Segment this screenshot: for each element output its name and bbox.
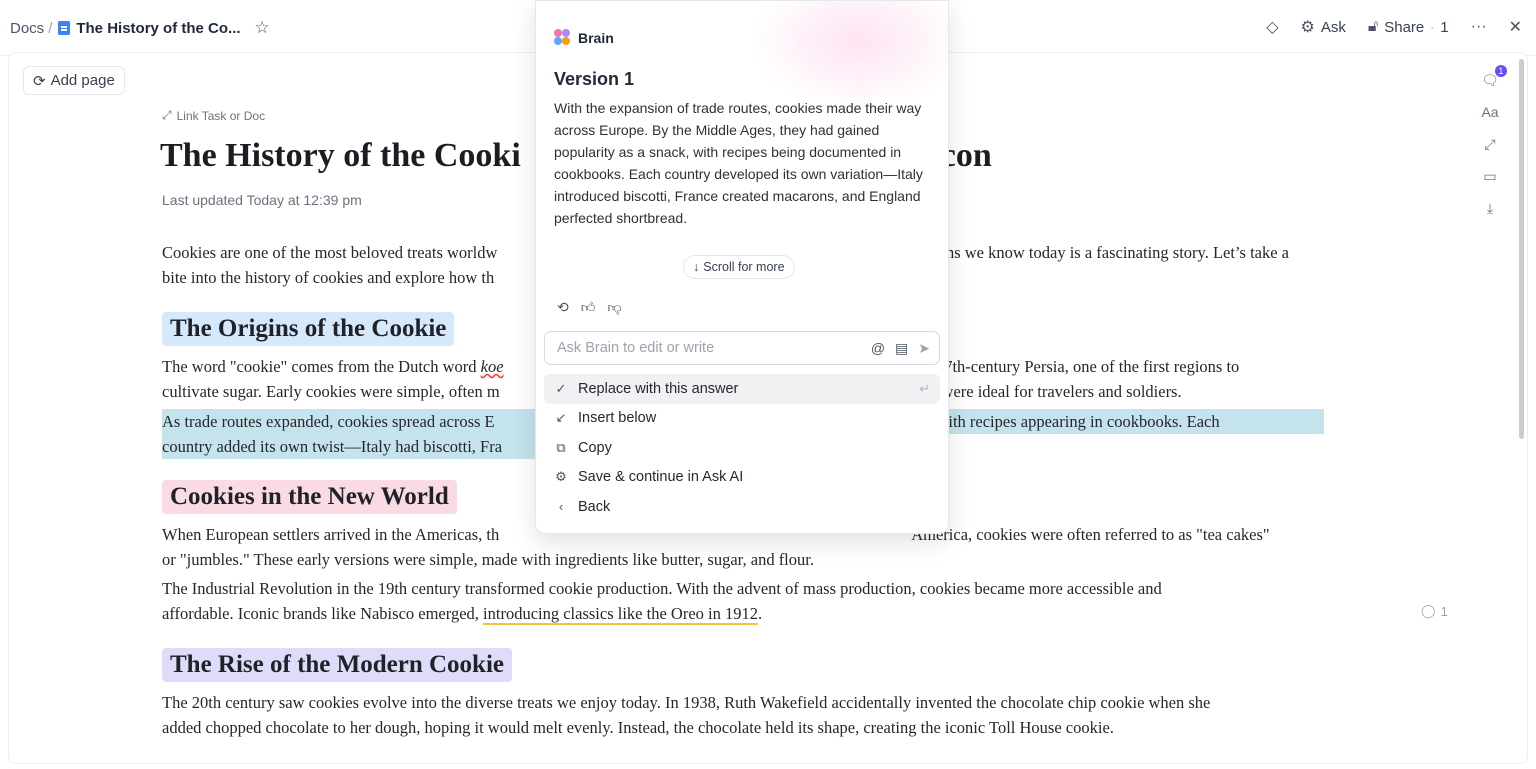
page-title-left: The History of the Cooki [160,137,521,174]
ai-icon: ⚙ [555,469,567,485]
breadcrumb-docs[interactable]: Docs [10,20,44,37]
download-icon[interactable]: ⤓ [1487,199,1493,217]
arrow-down-icon: ↓ [693,260,700,274]
ask-brain-input[interactable]: Ask Brain to edit or write @ ▤ ➤ [544,331,940,365]
share-label: Share [1384,18,1425,36]
brain-answer: With the expansion of trade routes, cook… [554,100,923,226]
breadcrumb-separator: / [48,19,53,37]
comment-indicator[interactable]: ◯ 1 [1421,603,1448,619]
breadcrumb: Docs / The History of the Co... ☆ [10,18,270,38]
link-task-label: Link Task or Doc [176,108,266,123]
comments-button[interactable]: 🗨︎ 1 [1481,65,1507,89]
scrollbar[interactable] [1519,59,1524,439]
comments-badge: 1 [1494,65,1507,77]
share-count: 1 [1440,18,1449,36]
font-settings-button[interactable]: Aa [1481,103,1498,121]
share-button[interactable]: 🔓︎ Share · 1 [1368,18,1449,36]
relationships-icon[interactable]: ⤢ [1484,135,1495,153]
tag-icon[interactable]: ◇ [1266,17,1278,37]
modern-cookie-paragraph[interactable]: The 20th century saw cookies evolve into… [162,690,1367,740]
close-icon[interactable]: ✕ [1509,17,1522,37]
feedback-actions: ⟲ 👍︎ 👎︎ [557,299,622,316]
check-icon: ✓ [555,380,567,396]
toolbar-right: ◇ ⚙ Ask 🔓︎ Share · 1 ··· ✕ [1266,17,1522,37]
heading-origins[interactable]: The Origins of the Cookie [162,312,455,346]
heading-new-world[interactable]: Cookies in the New World [162,480,457,514]
ask-input-actions: @ ▤ ➤ [871,340,930,357]
ask-brain-placeholder: Ask Brain to edit or write [557,340,715,356]
brain-logo-icon [554,29,571,46]
breadcrumb-doc-title[interactable]: The History of the Co... [76,20,240,37]
document-icon [58,21,71,35]
attach-doc-icon[interactable]: ▤ [895,340,908,357]
add-page-button[interactable]: ⟳ Add page [23,66,125,95]
star-icon[interactable]: ☆ [255,18,270,38]
ai-icon: ⚙ [1300,19,1315,36]
copy-icon: ⧉ [556,439,566,455]
send-icon[interactable]: ➤ [918,340,930,357]
scroll-more-label: Scroll for more [703,260,785,274]
thumbs-up-icon[interactable]: 👍︎ [581,299,596,316]
brain-header: Brain [554,29,614,46]
brain-popup: Brain Version 1 With the expansion of tr… [535,0,949,534]
ask-button[interactable]: ⚙ Ask [1301,17,1346,37]
regenerate-icon[interactable]: ⟲ [557,299,569,316]
link-icon: ⤢ [162,108,172,122]
scroll-for-more-button[interactable]: ↓ Scroll for more [683,255,795,279]
more-options-icon[interactable]: ··· [1471,18,1487,36]
popup-glow [748,1,948,111]
copy-item[interactable]: ⧉ Copy [544,433,940,463]
back-item[interactable]: ‹ Back [544,492,940,522]
misspelled-word[interactable]: koe [481,357,504,376]
chevron-left-icon: ‹ [558,499,564,515]
add-page-label: Add page [50,72,115,89]
link-task-button[interactable]: ⤢ Link Task or Doc [162,108,265,123]
save-continue-ask-ai-item[interactable]: ⚙ Save & continue in Ask AI [544,463,940,493]
version-label: Version 1 [554,69,635,89]
new-world-paragraph-2[interactable]: The Industrial Revolution in the 19th ce… [162,576,1367,626]
enter-key-icon: ↵ [919,380,930,396]
brain-action-menu: ✓ Replace with this answer ↵ ↙ Insert be… [544,374,940,522]
brain-title: Brain [578,29,614,46]
lock-icon: 🔓︎ [1367,18,1379,35]
ask-label: Ask [1320,18,1346,36]
add-page-icon: ⟳ [33,72,46,90]
arrow-down-left-icon: ↙ [555,410,567,426]
insert-below-item[interactable]: ↙ Insert below [544,404,940,434]
comment-count: 1 [1440,603,1448,619]
replace-with-answer-item[interactable]: ✓ Replace with this answer ↵ [544,374,940,404]
right-rail: 🗨︎ 1 Aa ⤢ ▭ ⤓ [1479,65,1507,217]
commented-text[interactable]: introducing classics like the Oreo in 19… [483,604,758,625]
mention-icon[interactable]: @ [871,340,885,357]
layout-icon[interactable]: ▭ [1483,167,1496,185]
heading-modern-cookie[interactable]: The Rise of the Modern Cookie [162,648,512,682]
comment-icon: ◯ [1421,603,1436,618]
thumbs-down-icon[interactable]: 👎︎ [607,299,621,316]
last-updated: Last updated Today at 12:39 pm [162,192,362,208]
